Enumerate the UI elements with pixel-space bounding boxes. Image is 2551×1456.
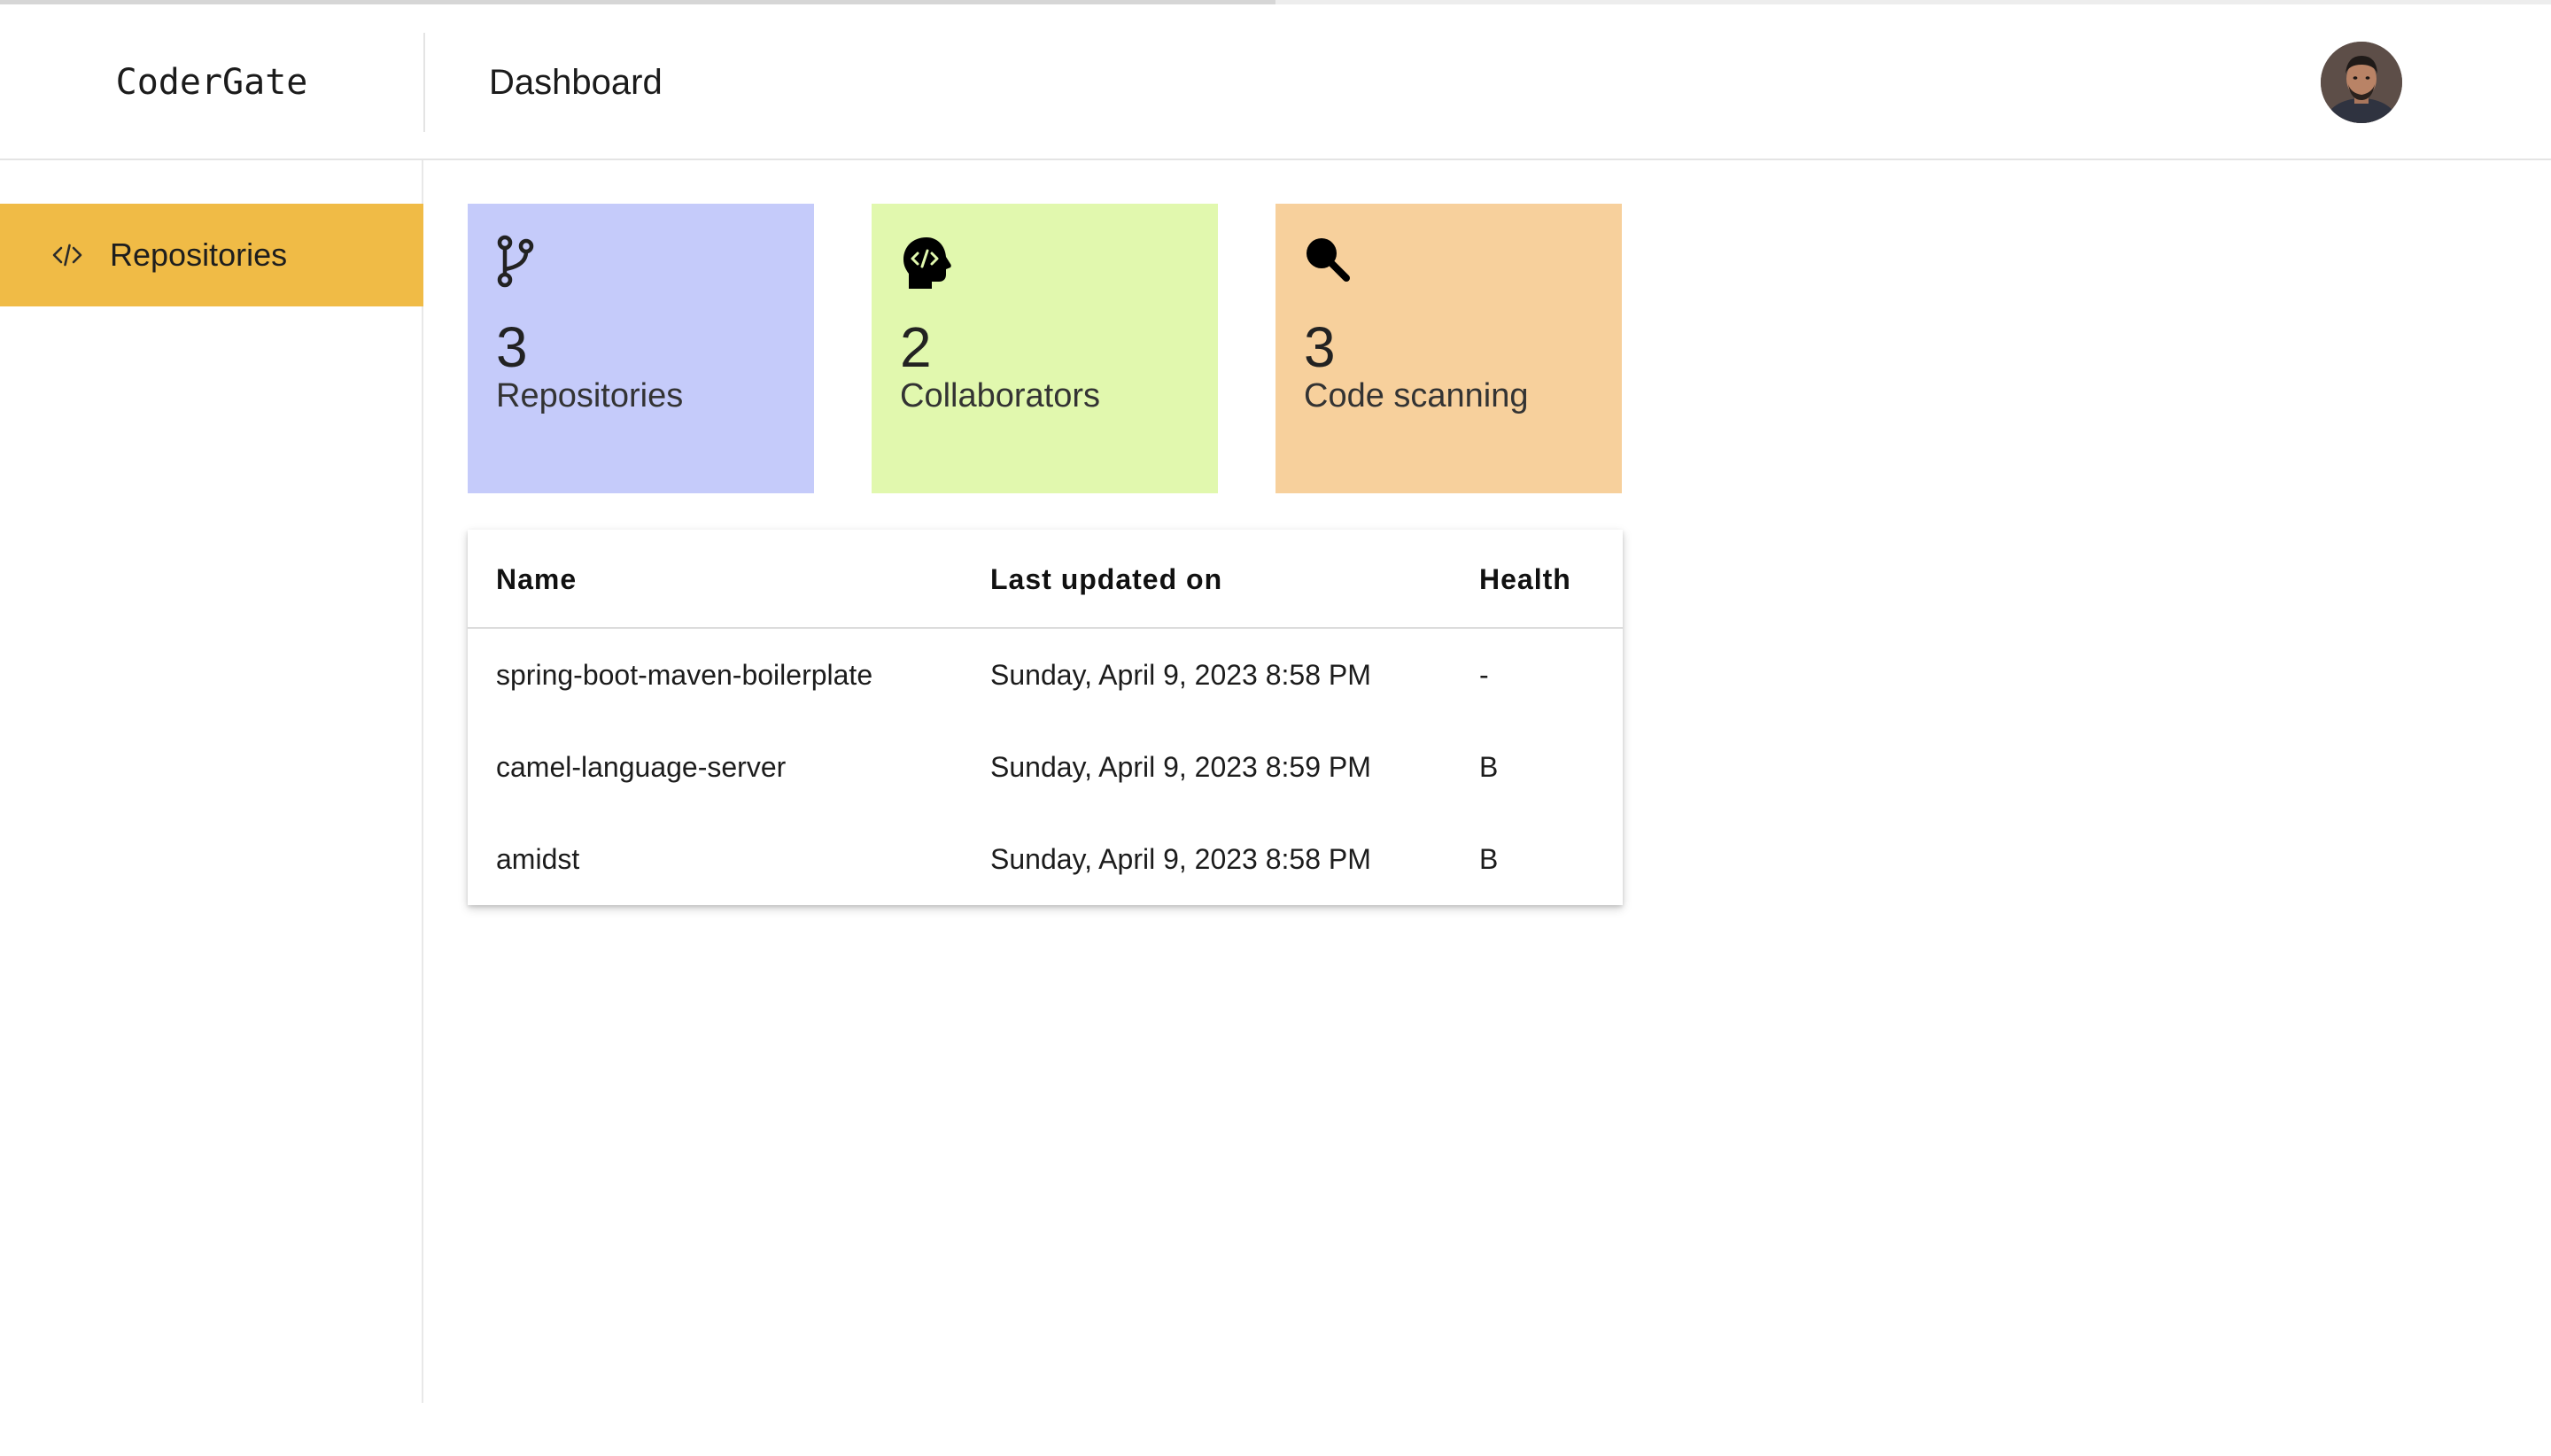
page-title: Dashboard (489, 62, 663, 102)
user-avatar[interactable] (2321, 42, 2402, 123)
column-header-last-updated[interactable]: Last updated on (990, 530, 1222, 629)
repo-name[interactable]: camel-language-server (496, 721, 786, 813)
repo-updated: Sunday, April 9, 2023 8:58 PM (990, 658, 1371, 691)
app-header: CoderGate Dashboard (0, 4, 2551, 160)
git-branch-icon (494, 234, 551, 290)
repo-health: - (1479, 658, 1489, 691)
stat-card-code-scanning[interactable]: 3 Code scanning (1276, 204, 1622, 493)
table-row[interactable]: amidst Sunday, April 9, 2023 8:58 PM B (468, 813, 1623, 905)
stat-card-repositories[interactable]: 3 Repositories (468, 204, 814, 493)
stat-count: 3 (496, 315, 528, 379)
search-icon (1302, 234, 1359, 290)
table-row[interactable]: spring-boot-maven-boilerplate Sunday, Ap… (468, 629, 1623, 721)
app-brand[interactable]: CoderGate (0, 4, 423, 160)
head-code-icon (898, 234, 955, 290)
table-row[interactable]: camel-language-server Sunday, April 9, 2… (468, 721, 1623, 813)
stat-label: Repositories (496, 377, 684, 414)
stat-card-collaborators[interactable]: 2 Collaborators (872, 204, 1218, 493)
table-header: Name Last updated on Health (468, 530, 1623, 629)
repo-health: B (1479, 842, 1499, 875)
repo-name[interactable]: amidst (496, 813, 579, 905)
sidebar-item-label: Repositories (110, 236, 288, 273)
avatar-image (2321, 42, 2402, 123)
repo-name[interactable]: spring-boot-maven-boilerplate (496, 629, 872, 721)
repo-updated: Sunday, April 9, 2023 8:59 PM (990, 750, 1371, 783)
repo-updated: Sunday, April 9, 2023 8:58 PM (990, 842, 1371, 875)
stat-count: 3 (1304, 315, 1336, 379)
repo-health: B (1479, 750, 1499, 783)
header-divider (423, 33, 425, 132)
column-header-name[interactable]: Name (496, 530, 577, 629)
repositories-table: Name Last updated on Health spring-boot-… (468, 530, 1623, 905)
sidebar-item-repositories[interactable]: Repositories (0, 204, 423, 306)
stat-label: Collaborators (900, 377, 1100, 414)
sidebar: Repositories (0, 160, 423, 1403)
stat-count: 2 (900, 315, 932, 379)
column-header-health[interactable]: Health (1479, 530, 1571, 629)
stat-label: Code scanning (1304, 377, 1529, 414)
code-icon (50, 237, 85, 273)
